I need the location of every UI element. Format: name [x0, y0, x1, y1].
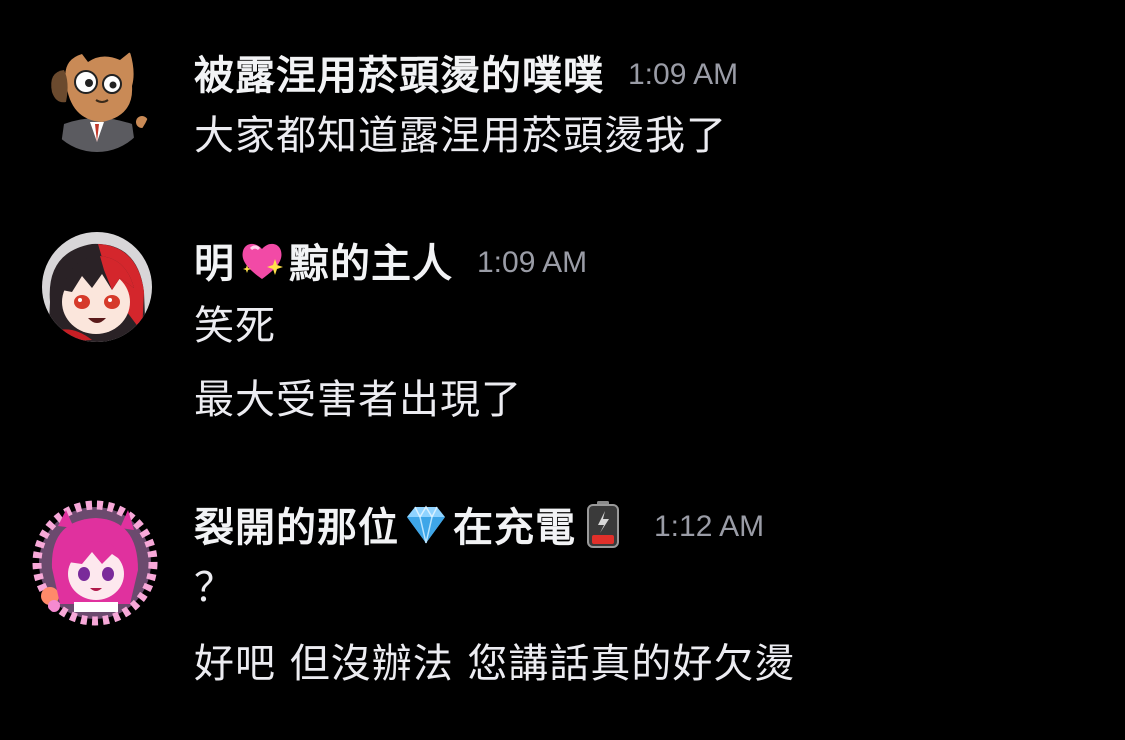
dog-in-suit-avatar-icon: [42, 42, 152, 152]
gem-stone-icon: [401, 499, 451, 549]
message-text: ？: [194, 565, 235, 611]
username[interactable]: 明 黥的主人: [194, 231, 453, 289]
username-text: 明: [194, 241, 235, 287]
low-battery-icon: [578, 499, 628, 549]
message-header: 裂開的那位 在充電 1:12 AM: [194, 496, 764, 552]
timestamp: 1:09 AM: [477, 246, 588, 279]
message-text: 好吧 但沒辦法 您講話真的好欠燙: [194, 641, 796, 687]
red-hair-girl-avatar-icon: [42, 232, 152, 342]
username-text: 被露涅用菸頭燙的噗噗: [194, 53, 604, 99]
user-avatar[interactable]: [42, 42, 152, 152]
message-text: 笑死: [194, 303, 276, 349]
timestamp: 1:09 AM: [628, 58, 739, 91]
username-text: 黥的主人: [289, 241, 453, 287]
username-text: 裂開的那位: [194, 505, 399, 551]
timestamp: 1:12 AM: [654, 510, 765, 543]
username[interactable]: 被露涅用菸頭燙的噗噗: [194, 43, 604, 101]
username[interactable]: 裂開的那位 在充電: [194, 495, 630, 553]
message-header: 明 黥的主人 1:09 AM: [194, 232, 587, 288]
message-text: 大家都知道露涅用菸頭燙我了: [194, 113, 727, 159]
message-header: 被露涅用菸頭燙的噗噗 1:09 AM: [194, 44, 738, 100]
sparkling-heart-icon: [237, 235, 287, 285]
user-avatar[interactable]: [42, 232, 152, 342]
user-avatar[interactable]: [30, 498, 160, 628]
pink-hair-girl-avatar-icon: [30, 498, 160, 628]
message-text: 最大受害者出現了: [194, 377, 522, 423]
username-text: 在充電: [453, 505, 576, 551]
chat-message-list: 被露涅用菸頭燙的噗噗 1:09 AM 大家都知道露涅用菸頭燙我了 明 黥的主人 …: [0, 0, 1125, 740]
